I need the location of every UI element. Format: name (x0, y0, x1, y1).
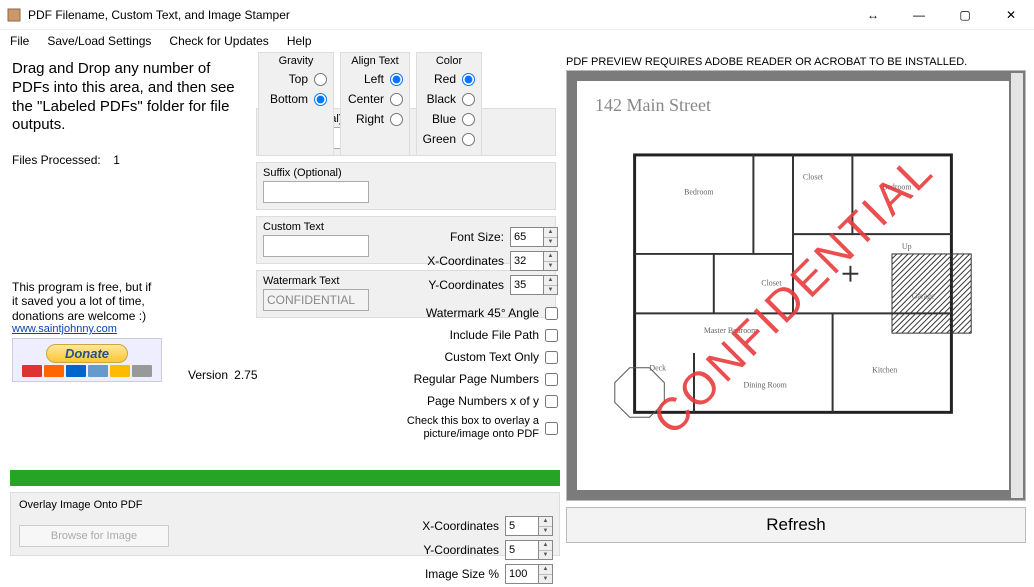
menu-help[interactable]: Help (287, 34, 312, 48)
ycoord-input[interactable] (510, 275, 544, 295)
color-green-radio[interactable] (462, 133, 475, 146)
xcoord-spinner[interactable]: ▲▼ (544, 251, 558, 271)
watermark-input[interactable] (263, 289, 369, 311)
window-title: PDF Filename, Custom Text, and Image Sta… (28, 8, 290, 22)
chk-path[interactable] (545, 329, 558, 342)
browse-image-button[interactable]: Browse for Image (19, 525, 169, 547)
font-size-spinner[interactable]: ▲▼ (544, 227, 558, 247)
menu-file[interactable]: File (10, 34, 29, 48)
move-icon[interactable]: ↔ (850, 0, 896, 30)
overlay-label: Overlay Image Onto PDF (19, 499, 551, 511)
color-blue-radio[interactable] (462, 113, 475, 126)
align-right-radio[interactable] (390, 113, 403, 126)
align-title: Align Text (347, 55, 403, 67)
preview-address: 142 Main Street (595, 95, 991, 116)
chk-customonly[interactable] (545, 351, 558, 364)
progress-bar (10, 470, 560, 486)
instructions-text: Drag and Drop any number of PDFs into th… (12, 60, 248, 135)
svg-text:Garage: Garage (912, 291, 935, 300)
font-size-input[interactable] (510, 227, 544, 247)
gravity-bottom-radio[interactable] (314, 93, 327, 106)
donate-text: This program is free, but if it saved yo… (12, 280, 152, 323)
chk-angle[interactable] (545, 307, 558, 320)
suffix-input[interactable] (263, 181, 369, 203)
minimize-button[interactable]: — (896, 0, 942, 30)
ov-size-input[interactable] (505, 564, 539, 584)
pdf-preview: 142 Main Street (566, 70, 1026, 501)
align-center-radio[interactable] (390, 93, 403, 106)
align-left-radio[interactable] (390, 73, 403, 86)
svg-text:Closet: Closet (803, 173, 824, 182)
preview-note: PDF PREVIEW REQUIRES ADOBE READER OR ACR… (566, 56, 1026, 68)
maximize-button[interactable]: ▢ (942, 0, 988, 30)
xcoord-input[interactable] (510, 251, 544, 271)
ov-y-input[interactable] (505, 540, 539, 560)
svg-text:Up: Up (902, 242, 912, 251)
ov-size-spinner[interactable]: ▲▼ (539, 564, 553, 584)
files-processed: Files Processed: 1 (12, 151, 248, 168)
preview-scrollbar[interactable] (1011, 73, 1023, 498)
ycoord-label: Y-Coordinates (428, 278, 504, 292)
ov-x-input[interactable] (505, 516, 539, 536)
menu-saveload[interactable]: Save/Load Settings (47, 34, 151, 48)
svg-text:Dining Room: Dining Room (744, 381, 788, 390)
menu-updates[interactable]: Check for Updates (169, 34, 268, 48)
donate-link[interactable]: www.saintjohnny.com (12, 323, 117, 335)
chk-overlayimg[interactable] (545, 422, 558, 435)
svg-text:Kitchen: Kitchen (872, 366, 897, 375)
xcoord-label: X-Coordinates (427, 254, 504, 268)
color-red-radio[interactable] (462, 73, 475, 86)
color-black-radio[interactable] (462, 93, 475, 106)
svg-text:Deck: Deck (649, 364, 666, 373)
chk-pagexy[interactable] (545, 395, 558, 408)
color-title: Color (423, 55, 475, 67)
svg-text:Bedroom: Bedroom (684, 188, 714, 197)
suffix-label: Suffix (Optional) (263, 167, 549, 179)
donate-button[interactable]: Donate (12, 338, 162, 382)
custom-input[interactable] (263, 235, 369, 257)
gravity-top-radio[interactable] (314, 73, 327, 86)
app-icon (6, 7, 22, 23)
ov-y-spinner[interactable]: ▲▼ (539, 540, 553, 560)
close-button[interactable]: ✕ (988, 0, 1034, 30)
gravity-title: Gravity (265, 55, 327, 67)
chk-regpagenum[interactable] (545, 373, 558, 386)
ov-x-spinner[interactable]: ▲▼ (539, 516, 553, 536)
version-label: Version 2.75 (188, 368, 248, 382)
font-size-label: Font Size: (450, 230, 504, 244)
ycoord-spinner[interactable]: ▲▼ (544, 275, 558, 295)
refresh-button[interactable]: Refresh (566, 507, 1026, 543)
